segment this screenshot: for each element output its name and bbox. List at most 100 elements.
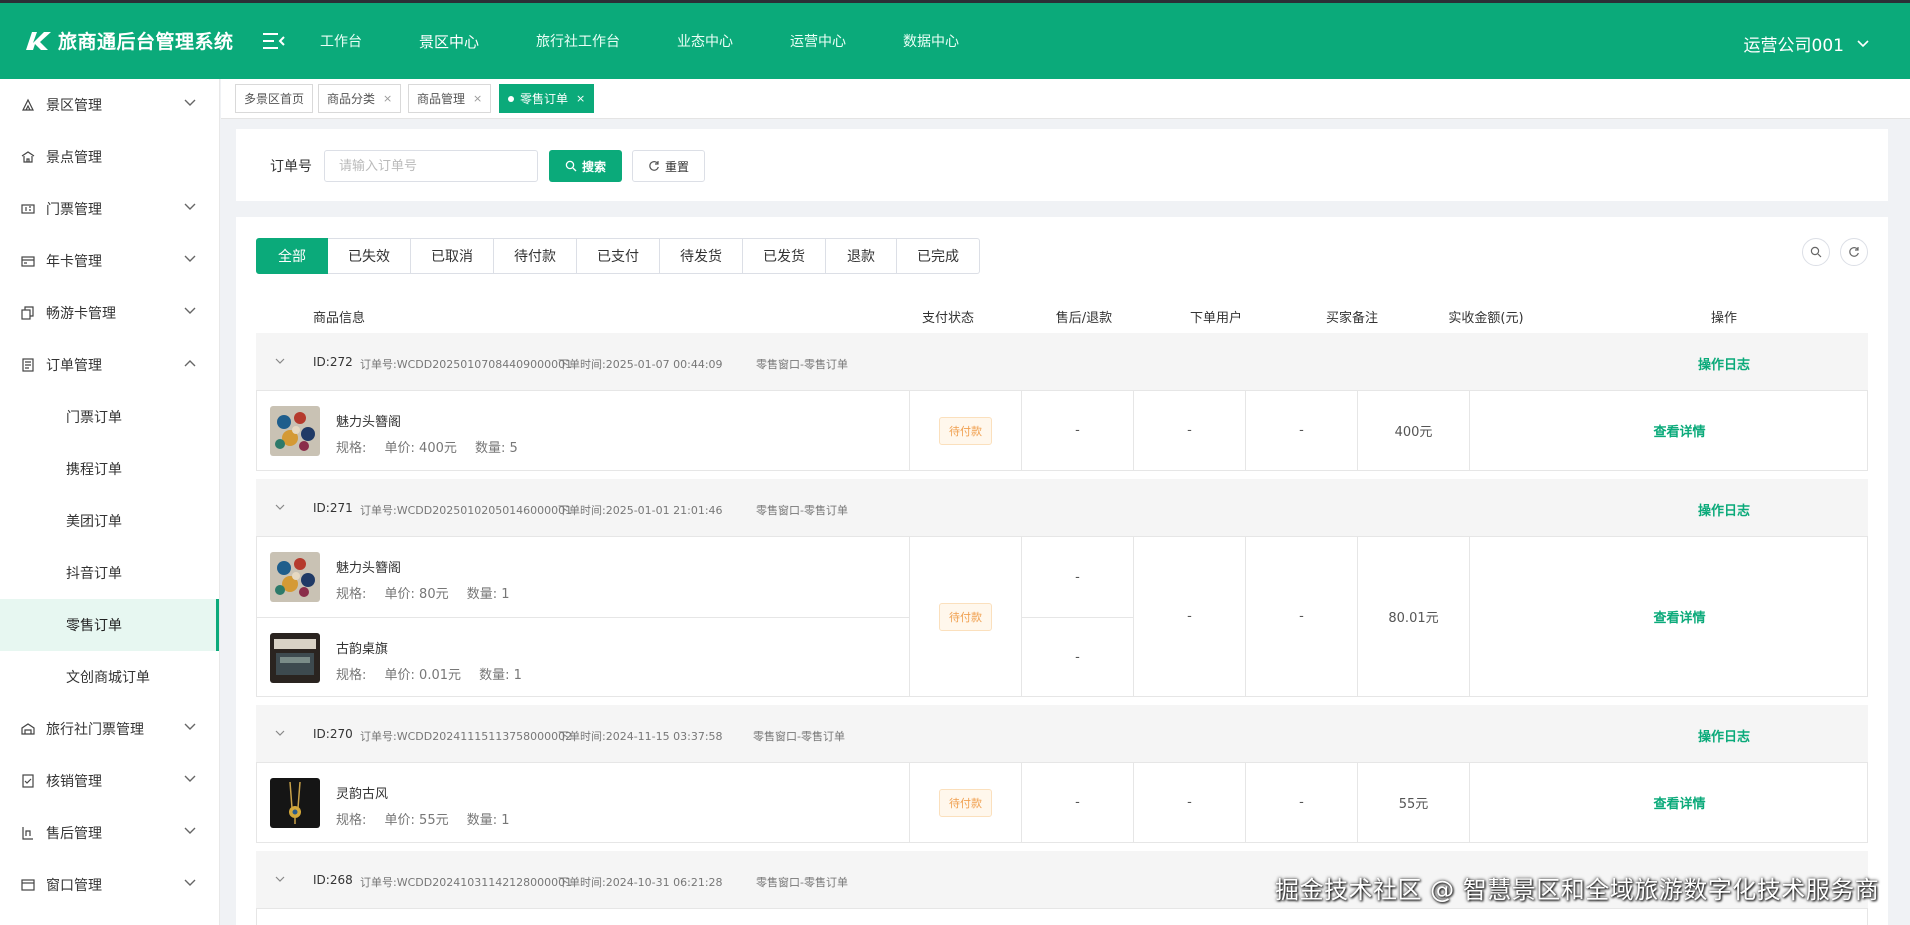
status-badge: 待付款 — [939, 602, 992, 631]
sidebar: 景区管理 景点管理 门票管理 年卡管理 畅游卡管理 订单管理 门票订单 携程订单… — [0, 79, 220, 925]
order-number: 订单号:WCDD20250107084409000001 — [360, 358, 573, 371]
topnav-agency-workbench[interactable]: 旅行社工作台 — [536, 31, 620, 51]
sidebar-item-scenic[interactable]: 景区管理 — [0, 79, 219, 131]
aftersale-cell: - — [1021, 763, 1133, 842]
status-tab-paid[interactable]: 已支付 — [577, 238, 660, 274]
topnav-data-center[interactable]: 数据中心 — [903, 31, 959, 51]
product-thumbnail[interactable] — [270, 552, 320, 602]
quantity: 数量: 1 — [479, 668, 522, 683]
product-spec: 规格: 单价: 0.01元 数量: 1 — [336, 664, 536, 683]
col-remark: 买家备注 — [1325, 311, 1378, 326]
status-tab-refund[interactable]: 退款 — [826, 238, 897, 274]
sidebar-item-window[interactable]: 窗口管理 — [0, 859, 219, 911]
user-menu[interactable]: 运营公司001 — [1744, 31, 1870, 56]
close-icon[interactable]: × — [473, 92, 482, 105]
search-button[interactable]: 搜索 — [549, 150, 622, 182]
topnav-scenic-center[interactable]: 景区中心 — [419, 31, 479, 52]
sidebar-item-travel-pass[interactable]: 畅游卡管理 — [0, 287, 219, 339]
sidebar-item-label: 旅行社门票管理 — [46, 722, 144, 738]
spec-label: 规格: — [336, 587, 367, 602]
sidebar-item-annual-card[interactable]: 年卡管理 — [0, 235, 219, 287]
sidebar-sub-meituan-order[interactable]: 美团订单 — [0, 495, 219, 547]
sidebar-item-ticket[interactable]: 门票管理 — [0, 183, 219, 235]
product-name: 魅力头簪阁 — [336, 561, 402, 576]
view-detail-link[interactable]: 查看详情 — [1653, 421, 1705, 440]
topnav-workbench[interactable]: 工作台 — [320, 31, 362, 51]
sidebar-item-aftersale[interactable]: 售后管理 — [0, 807, 219, 859]
status-tab-shipped[interactable]: 已发货 — [743, 238, 826, 274]
unit-price: 单价: 55元 — [384, 813, 449, 828]
chevron-down-icon[interactable] — [274, 729, 286, 737]
tab-retail-order[interactable]: 零售订单 × — [499, 84, 595, 113]
topnav-business-center[interactable]: 业态中心 — [677, 31, 733, 51]
view-detail-link[interactable]: 查看详情 — [1653, 793, 1705, 812]
spec-label: 规格: — [336, 813, 367, 828]
close-icon[interactable]: × — [383, 92, 392, 105]
operation-log-link[interactable]: 操作日志 — [1698, 500, 1750, 519]
col-product: 商品信息 — [313, 311, 366, 326]
product-thumbnail[interactable] — [270, 778, 320, 828]
chevron-down-icon — [184, 99, 196, 106]
search-toggle-button[interactable] — [1802, 238, 1830, 266]
window-icon — [20, 877, 36, 893]
pay-status-cell: 待付款 — [909, 391, 1021, 470]
chevron-down-icon[interactable] — [274, 503, 286, 511]
order-row — [256, 908, 1868, 925]
user-cell: - — [1133, 391, 1245, 470]
chevron-down-icon[interactable] — [274, 357, 286, 365]
view-detail-link[interactable]: 查看详情 — [1653, 607, 1705, 626]
menu-collapse-icon[interactable] — [262, 31, 286, 51]
sidebar-sub-ticket-order[interactable]: 门票订单 — [0, 391, 219, 443]
order-channel: 零售窗口-零售订单 — [756, 504, 848, 517]
sidebar-sub-douyin-order[interactable]: 抖音订单 — [0, 547, 219, 599]
order-time: 下单时间:2024-10-31 06:21:28 — [558, 876, 723, 889]
status-tab-to-ship[interactable]: 待发货 — [660, 238, 743, 274]
order-header: ID:272 订单号:WCDD20250107084409000001 下单时间… — [256, 333, 1868, 390]
unit-price: 单价: 80元 — [384, 587, 449, 602]
order-no-input[interactable] — [324, 150, 538, 182]
operation-log-link[interactable]: 操作日志 — [1698, 354, 1750, 373]
topnav-operation-center[interactable]: 运营中心 — [790, 31, 846, 51]
reset-button-label: 重置 — [664, 159, 689, 174]
sidebar-item-attraction[interactable]: 景点管理 — [0, 131, 219, 183]
sidebar-sub-mall-order[interactable]: 文创商城订单 — [0, 651, 219, 703]
status-tab-all[interactable]: 全部 — [256, 238, 328, 274]
tab-bar: 多景区首页 商品分类 × 商品管理 × 零售订单 × — [221, 79, 1910, 119]
sidebar-item-verify[interactable]: 核销管理 — [0, 755, 219, 807]
sidebar-sub-retail-order[interactable]: 零售订单 — [0, 599, 219, 651]
tab-product-category[interactable]: 商品分类 × — [318, 84, 402, 113]
scenic-icon — [20, 97, 36, 113]
top-bar: 旅商通后台管理系统 工作台 景区中心 旅行社工作台 业态中心 运营中心 数据中心… — [0, 0, 1910, 79]
aftersale-cell: - - — [1021, 537, 1133, 696]
product-thumbnail[interactable] — [270, 633, 320, 683]
close-icon[interactable]: × — [576, 92, 585, 105]
aftersale-subcell: - — [1022, 617, 1133, 697]
sidebar-item-label: 订单管理 — [46, 358, 102, 374]
order-header: ID:271 订单号:WCDD20250102050146000001 下单时间… — [256, 479, 1868, 536]
tab-multi-scenic-home[interactable]: 多景区首页 — [235, 84, 314, 113]
sidebar-sub-ctrip-order[interactable]: 携程订单 — [0, 443, 219, 495]
order-id: ID:271 — [313, 501, 353, 515]
refresh-button[interactable] — [1840, 238, 1868, 266]
sidebar-item-label: 售后管理 — [46, 826, 102, 842]
product-name: 古韵桌旗 — [336, 642, 389, 657]
sidebar-item-agency-ticket[interactable]: 旅行社门票管理 — [0, 703, 219, 755]
status-tab-pending-payment[interactable]: 待付款 — [494, 238, 577, 274]
sidebar-item-order[interactable]: 订单管理 — [0, 339, 219, 391]
chevron-up-icon — [184, 360, 196, 367]
reset-button[interactable]: 重置 — [632, 150, 705, 182]
tab-product-management[interactable]: 商品管理 × — [408, 84, 492, 113]
chevron-down-icon — [184, 775, 196, 782]
logo[interactable]: 旅商通后台管理系统 — [24, 27, 234, 54]
status-badge: 待付款 — [939, 416, 992, 445]
product-thumbnail[interactable] — [270, 406, 320, 456]
operation-log-link[interactable]: 操作日志 — [1698, 726, 1750, 745]
app-title: 旅商通后台管理系统 — [58, 31, 234, 53]
order-id: ID:270 — [313, 727, 353, 741]
col-pay-status: 支付状态 — [921, 311, 974, 326]
status-tab-completed[interactable]: 已完成 — [897, 238, 980, 274]
action-cell: 查看详情 — [1469, 763, 1869, 842]
chevron-down-icon[interactable] — [274, 875, 286, 883]
status-tab-cancelled[interactable]: 已取消 — [411, 238, 494, 274]
status-tab-expired[interactable]: 已失效 — [328, 238, 411, 274]
